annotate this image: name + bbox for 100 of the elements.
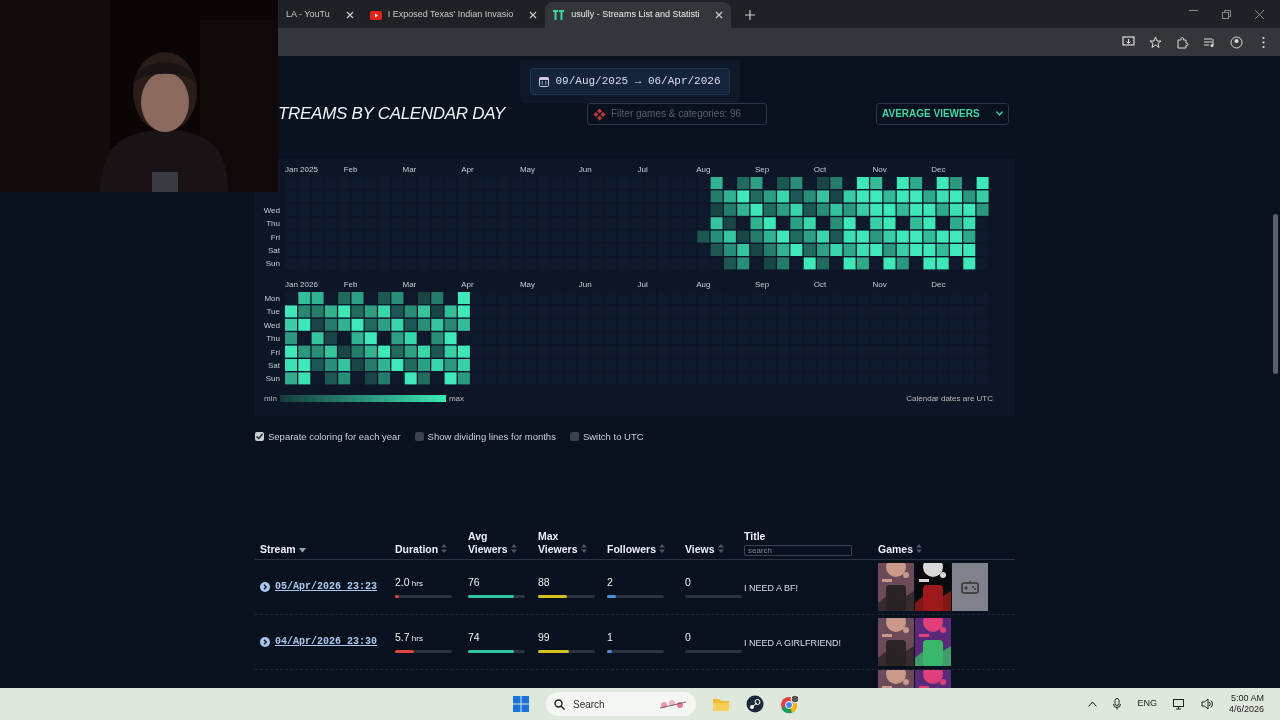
month-label: Jun	[578, 279, 592, 289]
sort-icon[interactable]	[581, 543, 587, 553]
column-header[interactable]: Games	[878, 542, 914, 556]
metric-value: 88	[538, 575, 551, 591]
title-search-field[interactable]: search	[744, 544, 852, 556]
tab-title: LA - YouTu	[286, 8, 330, 22]
star-icon[interactable]	[1149, 35, 1162, 49]
browser-tab[interactable]: I Exposed Texas' Indian Invasio	[361, 2, 546, 28]
column-header[interactable]: Followers	[607, 542, 656, 556]
browser-tab[interactable]: usully - Streams List and Statisti	[545, 2, 732, 28]
close-icon[interactable]	[529, 11, 538, 19]
option-label[interactable]: Separate coloring for each year	[268, 429, 401, 444]
checkbox[interactable]	[255, 432, 264, 442]
month-label: Oct	[813, 164, 827, 174]
close-icon[interactable]	[715, 11, 724, 19]
search-icon	[554, 698, 565, 710]
weekday-label: Thu	[266, 333, 280, 343]
month-label: Mar	[402, 164, 417, 174]
language-indicator[interactable]: ENG	[1137, 697, 1157, 711]
column-header[interactable]: Stream	[260, 542, 296, 556]
sort-icon[interactable]	[916, 543, 923, 553]
month-label: Sep	[754, 279, 770, 289]
month-label: Sep	[754, 164, 770, 174]
calendar-icon	[539, 75, 550, 87]
site-logo-icon	[553, 10, 566, 20]
close-icon[interactable]	[1255, 9, 1264, 19]
weekday-label: Tue	[266, 306, 280, 316]
metric-value: 2	[607, 575, 614, 591]
caret-icon[interactable]	[298, 547, 306, 553]
install-icon[interactable]	[1122, 35, 1135, 49]
month-label: Dec	[931, 164, 946, 174]
taskbar-search-field[interactable]: Search	[546, 692, 696, 716]
steam-icon[interactable]	[746, 695, 764, 713]
media-icon[interactable]	[1203, 35, 1216, 49]
metric-value: 76	[468, 575, 481, 591]
stream-title: I NEED A GIRLFRIEND!	[744, 637, 842, 648]
minimize-icon[interactable]	[1189, 9, 1198, 12]
weekday-label: Fri	[270, 347, 280, 357]
month-label: May	[519, 279, 536, 289]
sort-icon[interactable]	[511, 543, 517, 553]
date-range-button[interactable]: 09/Aug/2025 → 06/Apr/2026	[530, 68, 730, 95]
windows-icon[interactable]	[512, 695, 530, 713]
weekday-label: Sun	[265, 258, 280, 268]
play-icon	[369, 10, 382, 20]
profile-icon[interactable]	[1230, 35, 1243, 49]
weekday-label: Sun	[265, 373, 280, 383]
column-header[interactable]: Title	[744, 529, 766, 543]
expand-icon	[260, 581, 270, 592]
month-label: Feb	[343, 164, 358, 174]
expand-icon	[260, 636, 270, 647]
tab-title: I Exposed Texas' Indian Invasio	[387, 8, 514, 22]
metric-value: 74	[468, 630, 481, 646]
microphone-icon[interactable]	[1113, 698, 1122, 710]
month-label: May	[519, 164, 536, 174]
metric-value: 5.7 hrs	[395, 630, 424, 646]
column-header[interactable]: Views	[685, 542, 715, 556]
month-label: Oct	[813, 279, 827, 289]
month-label: Jan 2026	[285, 279, 318, 289]
browser-icon[interactable]	[780, 694, 800, 714]
month-label: Jul	[637, 279, 648, 289]
column-header[interactable]: Max Viewers	[538, 529, 578, 556]
sort-icon[interactable]	[441, 543, 448, 553]
month-label: Jun	[578, 164, 592, 174]
checkbox[interactable]	[569, 432, 579, 442]
checkbox[interactable]	[414, 432, 424, 442]
legend-max-label: max	[448, 392, 464, 405]
metric-value: 1	[607, 630, 614, 646]
stream-link[interactable]: 05/Apr/2026 23:23	[260, 579, 395, 595]
volume-icon[interactable]	[1200, 698, 1213, 710]
month-label: Jul	[637, 164, 648, 174]
restore-icon[interactable]	[1222, 9, 1231, 19]
option-label[interactable]: Switch to UTC	[582, 429, 644, 444]
scrollbar[interactable]	[1273, 214, 1278, 374]
column-header[interactable]: Duration	[395, 542, 439, 556]
filter-field[interactable]: Filter games & categories: 96	[587, 102, 767, 125]
new-tab-icon[interactable]	[745, 10, 756, 20]
option-label[interactable]: Show dividing lines for months	[427, 429, 556, 444]
meter-track	[685, 595, 742, 599]
network-icon[interactable]	[1172, 698, 1185, 710]
column-header[interactable]: Avg Viewers	[468, 529, 508, 556]
weekday-label: Wed	[263, 320, 280, 330]
month-label: Aug	[696, 164, 711, 174]
weekday-label: Thu	[266, 218, 280, 228]
chevron-up-icon[interactable]	[1088, 701, 1098, 707]
month-label: Apr	[461, 164, 474, 174]
weekday-label: Mon	[264, 293, 280, 303]
clock-date[interactable]: 4/6/2026	[1228, 704, 1264, 716]
metric-select[interactable]: AVERAGE VIEWERS	[876, 102, 1009, 125]
gamepad-icon	[961, 579, 979, 594]
close-icon[interactable]	[345, 11, 354, 19]
sort-icon[interactable]	[659, 543, 665, 553]
metric-value: 2.0 hrs	[395, 575, 424, 591]
month-label: Aug	[696, 279, 711, 289]
clock-time[interactable]: 5:00 AM	[1230, 692, 1264, 704]
month-label: Nov	[872, 164, 887, 174]
blossom-icon	[658, 698, 688, 710]
metric-value: 0	[685, 575, 692, 591]
browser-tab[interactable]: LA - YouTu	[278, 2, 362, 28]
stream-link[interactable]: 04/Apr/2026 23:30	[260, 634, 395, 650]
sort-icon[interactable]	[717, 543, 724, 553]
